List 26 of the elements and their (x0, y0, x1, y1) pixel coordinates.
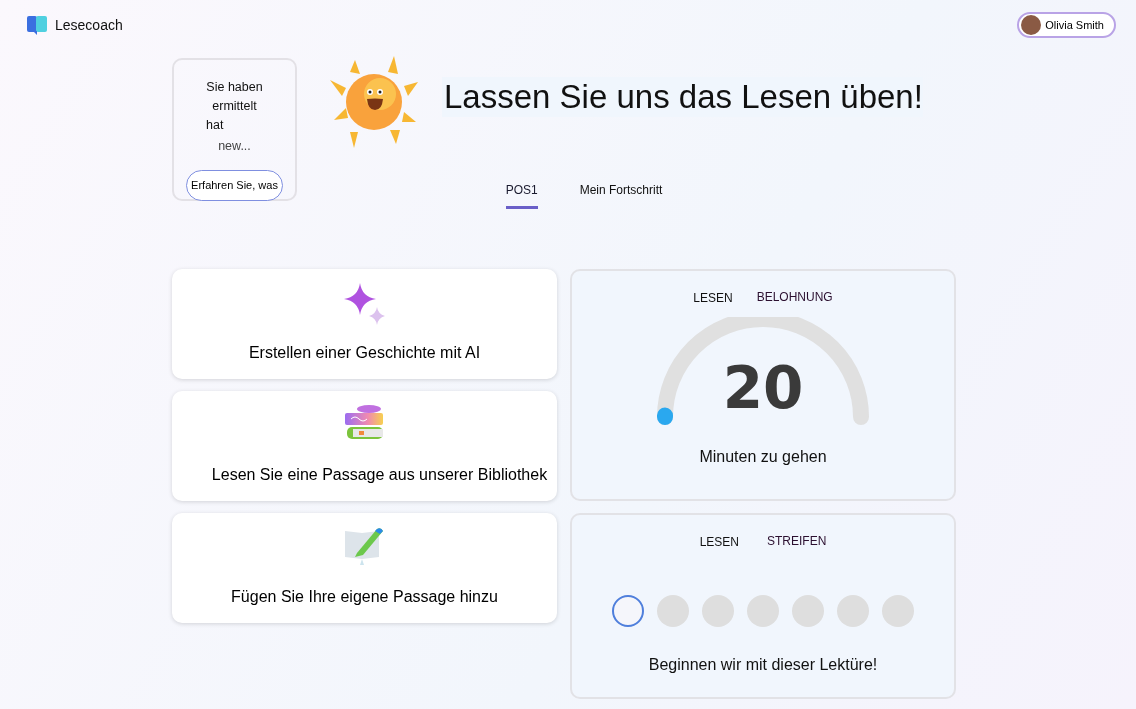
sparkle-icon (343, 283, 386, 325)
tab[interactable]: POS1 (505, 181, 538, 209)
tab[interactable]: STREIFEN (767, 531, 827, 551)
action-card[interactable]: Lesen Sie eine Passage aus unserer Bibliothek (172, 391, 557, 501)
streak-message: Beginnen wir mit dieser Lektüre! (648, 656, 878, 673)
avatar-icon (1021, 15, 1042, 35)
books-icon (344, 405, 385, 441)
sun-mascot-icon (330, 56, 418, 148)
tab[interactable]: LESEN (693, 289, 733, 307)
promo-text: hat (206, 116, 224, 133)
action-card[interactable]: Fügen Sie Ihre eigene Passage hinzu (172, 513, 557, 623)
promo-text: Sie haben (206, 79, 263, 95)
book-logo-icon (27, 15, 47, 35)
learn-more-button[interactable]: Erfahren Sie, was (186, 170, 283, 201)
page-title: Lassen Sie uns das Lesen üben! (442, 77, 923, 117)
promo-text: new... (218, 138, 251, 155)
minutes-caption: Minuten zu gehen (699, 448, 827, 465)
promo-text: ermittelt (212, 97, 257, 114)
notebook-pencil-icon (344, 527, 385, 565)
profile-button[interactable]: Olivia Smith (1017, 12, 1116, 38)
tab[interactable]: BELOHNUNG (756, 287, 833, 307)
tab[interactable]: Mein Fortschritt (579, 181, 663, 209)
action-card[interactable]: Erstellen einer Geschichte mit AI (172, 269, 557, 379)
minutes-value: 20 (722, 359, 804, 417)
app-name: Lesecoach (55, 15, 123, 35)
tab[interactable]: LESEN (699, 533, 739, 551)
